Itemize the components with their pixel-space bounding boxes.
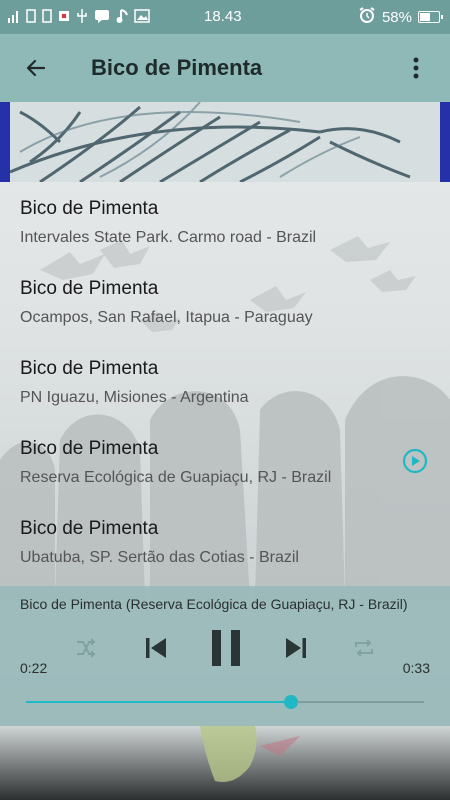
next-button[interactable] <box>278 630 314 666</box>
track-item[interactable]: Bico de Pimenta PN Iguazu, Misiones - Ar… <box>0 342 450 422</box>
track-title: Bico de Pimenta <box>20 278 159 299</box>
elapsed-time: 0:22 <box>20 660 48 676</box>
seek-bar[interactable] <box>26 695 424 709</box>
now-playing-title: Bico de Pimenta (Reserva Ecológica de Gu… <box>20 596 408 612</box>
track-location: Ubatuba, SP. Sertão das Cotias - Brazil <box>20 549 299 566</box>
status-bar: 18.43 58% <box>0 0 450 34</box>
battery-percent: 58% <box>381 8 412 26</box>
pause-icon <box>212 630 240 666</box>
signal-icon <box>8 9 20 25</box>
usb-icon <box>76 8 88 26</box>
track-title: Bico de Pimenta <box>20 518 159 539</box>
more-vert-icon <box>413 57 419 79</box>
track-item[interactable]: Bico de Pimenta Ocampos, San Rafael, Ita… <box>0 262 450 342</box>
track-title: Bico de Pimenta <box>20 438 159 459</box>
play-circle-icon <box>402 448 428 474</box>
track-location: PN Iguazu, Misiones - Argentina <box>20 389 249 406</box>
arrow-left-icon <box>26 59 46 77</box>
sim-icon <box>26 9 36 25</box>
track-location: Ocampos, San Rafael, Itapua - Paraguay <box>20 309 313 326</box>
sim-2-icon <box>42 9 52 25</box>
message-icon <box>94 9 110 25</box>
total-time: 0:33 <box>402 660 430 676</box>
battery-icon <box>418 11 443 23</box>
shuffle-icon <box>77 638 96 658</box>
skip-next-icon <box>286 638 306 658</box>
app-notification-icon <box>58 9 70 25</box>
track-title: Bico de Pimenta <box>20 198 159 219</box>
notification-icons <box>0 8 150 26</box>
alarm-icon <box>358 6 376 28</box>
previous-button[interactable] <box>138 630 174 666</box>
back-button[interactable] <box>14 46 58 90</box>
header-image <box>0 102 450 182</box>
repeat-icon <box>355 639 373 657</box>
seek-progress <box>26 701 292 703</box>
pause-button[interactable] <box>204 626 248 670</box>
overflow-menu-button[interactable] <box>394 46 438 90</box>
player-panel: Bico de Pimenta (Reserva Ecológica de Gu… <box>0 586 450 726</box>
repeat-button[interactable] <box>348 632 380 664</box>
music-note-icon <box>116 8 128 26</box>
clock: 18.43 <box>204 8 242 25</box>
track-item[interactable]: Bico de Pimenta Ubatuba, SP. Sertão das … <box>0 502 450 582</box>
seek-thumb[interactable] <box>284 695 299 709</box>
shuffle-button[interactable] <box>70 632 102 664</box>
album-art-strip <box>0 726 450 800</box>
skip-previous-icon <box>146 638 166 658</box>
track-location: Reserva Ecológica de Guapiaçu, RJ - Braz… <box>20 469 332 486</box>
page-title: Bico de Pimenta <box>91 55 263 80</box>
track-item[interactable]: Bico de Pimenta Intervales State Park. C… <box>0 182 450 262</box>
track-list: Bico de Pimenta Intervales State Park. C… <box>0 182 450 586</box>
track-location: Intervales State Park. Carmo road - Braz… <box>20 229 317 246</box>
track-title: Bico de Pimenta <box>20 358 159 379</box>
app-bar: Bico de Pimenta <box>0 34 450 102</box>
track-item-now-playing[interactable]: Bico de Pimenta Reserva Ecológica de Gua… <box>0 422 450 502</box>
image-icon <box>134 9 150 25</box>
